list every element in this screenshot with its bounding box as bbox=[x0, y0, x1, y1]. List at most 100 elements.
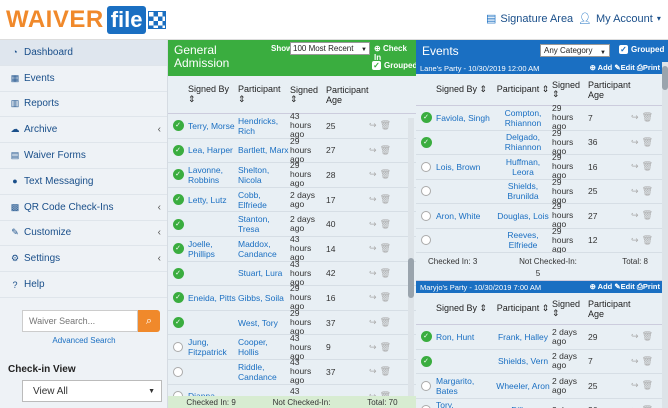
sidebar-item-waiver-forms[interactable]: ▤ Waiver Forms bbox=[0, 143, 167, 169]
share-icon[interactable]: ↪ bbox=[631, 112, 642, 122]
participant-link[interactable]: Shields, Brunilda bbox=[494, 181, 552, 201]
not-checked-in-icon[interactable] bbox=[421, 380, 431, 391]
sidebar-item-events[interactable]: ▦ Events bbox=[0, 66, 167, 92]
checked-in-icon[interactable]: ✓ bbox=[420, 331, 432, 343]
trash-icon[interactable]: 🗑︎ bbox=[380, 317, 394, 327]
advanced-search-link[interactable]: Advanced Search bbox=[0, 336, 168, 345]
share-icon[interactable]: ↪ bbox=[631, 161, 642, 171]
trash-icon[interactable]: 🗑︎ bbox=[380, 366, 394, 376]
participant-link[interactable]: Huffman, Leora bbox=[494, 157, 552, 177]
check-in-cell[interactable] bbox=[416, 186, 436, 197]
signed-by-link[interactable]: Joelle, Phillips bbox=[188, 239, 238, 259]
check-in-cell[interactable]: ✓ bbox=[168, 267, 188, 279]
column-participant[interactable]: Participant ⇕ bbox=[494, 84, 552, 95]
add-button[interactable]: ⊕ Add bbox=[590, 63, 613, 72]
trash-icon[interactable]: 🗑︎ bbox=[642, 137, 656, 147]
trash-icon[interactable]: 🗑︎ bbox=[642, 161, 656, 171]
share-icon[interactable]: ↪ bbox=[369, 120, 380, 130]
participant-link[interactable]: Shelton, Nicola bbox=[238, 165, 290, 185]
check-in-cell[interactable]: ✓ bbox=[168, 317, 188, 329]
sidebar-item-settings[interactable]: ⚙ Settings ‹ bbox=[0, 246, 167, 273]
trash-icon[interactable]: 🗑︎ bbox=[380, 268, 394, 278]
participant-link[interactable]: Douglas, Lois bbox=[494, 211, 552, 221]
share-icon[interactable]: ↪ bbox=[369, 145, 380, 155]
participant-link[interactable]: Cooper, Hollis bbox=[238, 337, 290, 357]
column-participant-age[interactable]: Participant Age bbox=[584, 80, 631, 100]
sidebar-item-archive[interactable]: ☁ Archive ‹ bbox=[0, 117, 167, 144]
check-in-cell[interactable]: ✓ bbox=[168, 194, 188, 206]
column-signed-by[interactable]: Signed By ⇕ bbox=[188, 84, 238, 105]
checked-in-icon[interactable]: ✓ bbox=[172, 317, 184, 329]
column-participant-age[interactable]: Participant Age bbox=[322, 85, 369, 105]
share-icon[interactable]: ↪ bbox=[369, 317, 380, 327]
signed-by-link[interactable]: Lavonne, Robbins bbox=[188, 165, 238, 185]
participant-link[interactable]: Stanton, Tresa bbox=[238, 214, 290, 234]
share-icon[interactable]: ↪ bbox=[369, 219, 380, 229]
print-button[interactable]: ⎙Print bbox=[635, 63, 660, 72]
checked-in-icon[interactable]: ✓ bbox=[172, 120, 184, 132]
not-checked-in-icon[interactable] bbox=[421, 186, 431, 197]
trash-icon[interactable]: 🗑︎ bbox=[642, 210, 656, 220]
not-checked-in-icon[interactable] bbox=[421, 235, 431, 246]
sidebar-item-customize[interactable]: ✎ Customize ‹ bbox=[0, 221, 167, 247]
signed-by-link[interactable]: Lea, Harper bbox=[188, 145, 238, 155]
scrollbar-thumb[interactable] bbox=[662, 66, 668, 90]
column-signed[interactable]: Signed ⇕ bbox=[552, 80, 584, 99]
trash-icon[interactable]: 🗑︎ bbox=[380, 219, 394, 229]
grouped-toggle[interactable]: ✓ Grouped bbox=[619, 45, 664, 54]
share-icon[interactable]: ↪ bbox=[631, 331, 642, 341]
waiverfile-logo[interactable]: WAIVER file bbox=[6, 5, 167, 35]
share-icon[interactable]: ↪ bbox=[631, 210, 642, 220]
signed-by-link[interactable]: Eneida, Pitts bbox=[188, 293, 238, 303]
check-in-button[interactable]: ⊕ Check In bbox=[374, 44, 416, 62]
share-icon[interactable]: ↪ bbox=[631, 137, 642, 147]
trash-icon[interactable]: 🗑︎ bbox=[380, 342, 394, 352]
signed-by-link[interactable]: Lois, Brown bbox=[436, 162, 494, 172]
signed-by-link[interactable]: Tory, Fitzpatrick bbox=[436, 400, 494, 408]
participant-link[interactable]: Frank, Halley bbox=[494, 332, 552, 342]
share-icon[interactable]: ↪ bbox=[631, 186, 642, 196]
signed-by-link[interactable]: Terry, Morse bbox=[188, 121, 238, 131]
check-in-cell[interactable]: ✓ bbox=[168, 169, 188, 181]
column-signed[interactable]: Signed ⇕ bbox=[290, 85, 322, 104]
participant-link[interactable]: Cobb, Elfriede bbox=[238, 190, 290, 210]
share-icon[interactable]: ↪ bbox=[369, 342, 380, 352]
participant-link[interactable]: Riddle, Candance bbox=[238, 362, 290, 382]
event-name[interactable]: Lane's Party - 10/30/2019 12:00 AM bbox=[420, 64, 539, 73]
trash-icon[interactable]: 🗑︎ bbox=[642, 112, 656, 122]
show-select[interactable]: 100 Most Recent ▼ bbox=[290, 42, 370, 55]
not-checked-in-icon[interactable] bbox=[173, 366, 183, 377]
column-signed-by[interactable]: Signed By ⇕ bbox=[436, 303, 494, 314]
check-in-cell[interactable] bbox=[416, 210, 436, 221]
sidebar-item-dashboard[interactable]: ◔ Dashboard bbox=[0, 40, 167, 66]
my-account-menu[interactable]: 👤︎ My Account ▾ bbox=[578, 12, 661, 26]
participant-link[interactable]: Reeves, Elfriede bbox=[494, 230, 552, 250]
check-in-cell[interactable]: ✓ bbox=[416, 355, 436, 367]
checked-in-icon[interactable]: ✓ bbox=[172, 194, 184, 206]
checked-in-icon[interactable]: ✓ bbox=[420, 112, 432, 124]
share-icon[interactable]: ↪ bbox=[631, 235, 642, 245]
participant-link[interactable]: Stuart, Lura bbox=[238, 268, 290, 278]
waiver-search-input[interactable] bbox=[22, 310, 138, 332]
trash-icon[interactable]: 🗑︎ bbox=[380, 292, 394, 302]
trash-icon[interactable]: 🗑︎ bbox=[380, 194, 394, 204]
share-icon[interactable]: ↪ bbox=[369, 243, 380, 253]
check-in-cell[interactable]: ✓ bbox=[416, 331, 436, 343]
participant-link[interactable]: Shields, Vern bbox=[494, 356, 552, 366]
share-icon[interactable]: ↪ bbox=[369, 268, 380, 278]
trash-icon[interactable]: 🗑︎ bbox=[642, 380, 656, 390]
scrollbar-thumb[interactable] bbox=[408, 258, 414, 298]
trash-icon[interactable]: 🗑︎ bbox=[380, 145, 394, 155]
not-checked-in-icon[interactable] bbox=[421, 210, 431, 221]
not-checked-in-icon[interactable] bbox=[173, 342, 183, 353]
event-name[interactable]: Maryjo's Party - 10/30/2019 7:00 AM bbox=[420, 283, 541, 292]
share-icon[interactable]: ↪ bbox=[369, 366, 380, 376]
trash-icon[interactable]: 🗑︎ bbox=[642, 186, 656, 196]
share-icon[interactable]: ↪ bbox=[369, 292, 380, 302]
checked-in-icon[interactable]: ✓ bbox=[172, 169, 184, 181]
share-icon[interactable]: ↪ bbox=[369, 169, 380, 179]
checked-in-icon[interactable]: ✓ bbox=[420, 355, 432, 367]
signed-by-link[interactable]: Ron, Hunt bbox=[436, 332, 494, 342]
edit-button[interactable]: ✎Edit bbox=[612, 282, 634, 291]
participant-link[interactable]: Delgado, Rhiannon bbox=[494, 132, 552, 152]
